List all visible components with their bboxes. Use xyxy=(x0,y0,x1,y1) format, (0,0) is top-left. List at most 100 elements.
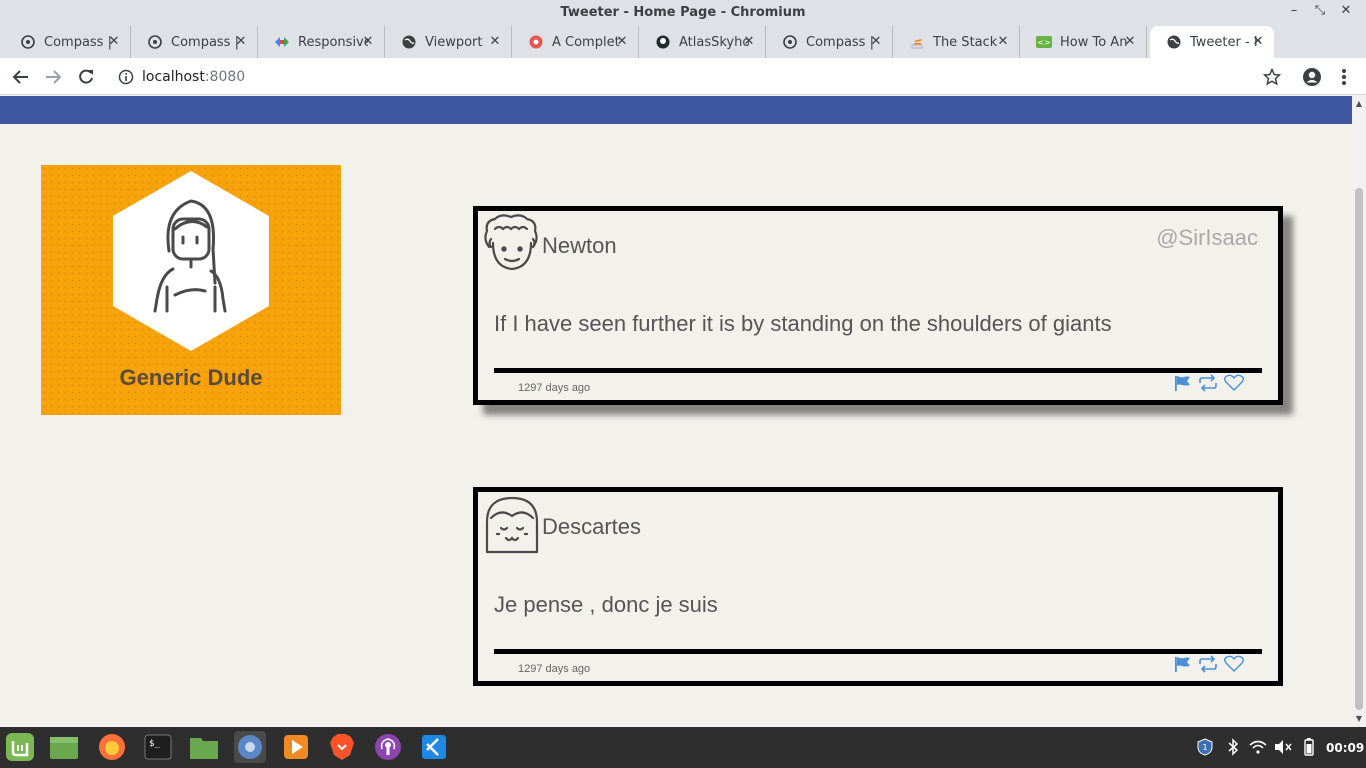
scroll-up-icon[interactable]: ▲ xyxy=(1355,99,1363,108)
tab-label: How To An xyxy=(1060,34,1128,50)
svg-text:<>: <> xyxy=(1037,38,1050,47)
tab-close-icon[interactable]: ✕ xyxy=(995,34,1011,50)
tab-close-icon[interactable]: ✕ xyxy=(360,34,376,50)
tab-how-to[interactable]: <> How To An ✕ xyxy=(1020,26,1147,58)
bookmark-button[interactable] xyxy=(1259,64,1285,90)
newton-avatar-icon xyxy=(484,214,538,271)
terminal-icon[interactable]: $_ xyxy=(142,731,174,763)
tab-close-icon[interactable]: ✕ xyxy=(233,34,249,50)
back-button[interactable] xyxy=(8,64,34,90)
arrow-left-icon xyxy=(12,70,28,84)
url-port: :8080 xyxy=(204,69,246,85)
tab-close-icon[interactable]: ✕ xyxy=(1122,34,1138,50)
tab-responsive[interactable]: Responsive ✕ xyxy=(258,26,385,58)
flag-icon[interactable] xyxy=(1170,373,1194,393)
scrollbar-thumb[interactable] xyxy=(1355,188,1363,710)
chromium-taskbar-icon[interactable] xyxy=(234,731,266,763)
tweet-divider xyxy=(494,368,1262,373)
tab-tweeter[interactable]: Tweeter - H ✕ xyxy=(1150,26,1274,58)
devtools-icon xyxy=(274,34,290,50)
menu-button[interactable] xyxy=(1331,64,1357,90)
mint-menu-icon[interactable] xyxy=(4,731,36,763)
tab-close-icon[interactable]: ✕ xyxy=(106,34,122,50)
github-icon xyxy=(655,34,671,50)
retweet-icon[interactable] xyxy=(1196,373,1220,393)
heart-icon[interactable] xyxy=(1222,373,1246,393)
brave-icon[interactable] xyxy=(326,731,358,763)
tab-github[interactable]: AtlasSkyho ✕ xyxy=(639,26,766,58)
page-scrollbar[interactable]: ▲ ▼ xyxy=(1352,96,1366,727)
reload-button[interactable] xyxy=(73,64,99,90)
shield-icon[interactable]: 1 xyxy=(1196,738,1214,756)
tab-viewport[interactable]: Viewport ✕ xyxy=(385,26,512,58)
podcast-icon[interactable] xyxy=(372,731,404,763)
tab-a-complete[interactable]: A Complet ✕ xyxy=(512,26,639,58)
show-desktop-icon[interactable] xyxy=(48,731,80,763)
tweet-timestamp: 1297 days ago xyxy=(518,382,591,394)
bluetooth-icon[interactable] xyxy=(1226,738,1240,756)
browser-toolbar: localhost:8080 xyxy=(0,58,1366,95)
restore-button[interactable]: ⤡ xyxy=(1310,3,1330,18)
stackoverflow-icon xyxy=(909,34,925,50)
star-icon xyxy=(1263,68,1281,86)
tab-compass-1[interactable]: Compass | ✕ xyxy=(4,26,131,58)
profile-card: Generic Dude xyxy=(41,165,341,415)
profile-button[interactable] xyxy=(1299,64,1325,90)
tweet-card: Descartes Je pense , donc je suis 1297 d… xyxy=(473,487,1283,686)
tab-close-icon[interactable]: ✕ xyxy=(868,34,884,50)
kebab-menu-icon xyxy=(1342,69,1346,85)
tab-label: Compass | xyxy=(44,34,112,50)
tweet-author-name: Newton xyxy=(542,233,617,258)
volume-muted-icon[interactable] xyxy=(1274,738,1292,756)
tweet-author-name: Descartes xyxy=(542,514,642,539)
retweet-icon[interactable] xyxy=(1196,654,1220,674)
tab-close-icon[interactable]: ✕ xyxy=(487,34,503,50)
tab-close-icon[interactable]: ✕ xyxy=(614,34,630,50)
wifi-icon[interactable] xyxy=(1249,738,1267,756)
tweet-timestamp: 1297 days ago xyxy=(518,663,591,675)
clock[interactable]: 00:09 xyxy=(1326,741,1364,755)
files-icon[interactable] xyxy=(188,731,220,763)
globe-icon xyxy=(1166,34,1182,50)
info-icon[interactable] xyxy=(118,69,134,89)
flag-icon[interactable] xyxy=(1170,654,1194,674)
arrow-right-icon xyxy=(46,70,62,84)
tab-close-icon[interactable]: ✕ xyxy=(1250,34,1266,50)
address-bar[interactable]: localhost:8080 xyxy=(108,62,1288,92)
close-window-button[interactable]: ✕ xyxy=(1336,3,1356,18)
forward-button[interactable] xyxy=(40,64,66,90)
svg-text:$_: $_ xyxy=(149,739,160,749)
vscode-icon[interactable] xyxy=(418,731,450,763)
tab-label: Viewport xyxy=(425,34,483,50)
tweet-text: If I have seen further it is by standing… xyxy=(494,311,1112,336)
tweet-actions xyxy=(1170,373,1246,395)
compass-icon xyxy=(147,34,163,50)
firefox-icon[interactable] xyxy=(96,731,128,763)
flower-icon xyxy=(528,34,544,50)
battery-icon[interactable] xyxy=(1302,738,1316,756)
tweet-divider xyxy=(494,649,1262,654)
profile-avatar-icon xyxy=(113,171,269,351)
tab-stack-overflow[interactable]: The Stack ✕ xyxy=(893,26,1020,58)
profile-name: Generic Dude xyxy=(119,365,263,390)
heart-icon[interactable] xyxy=(1222,654,1246,674)
page-header xyxy=(0,96,1352,124)
tab-compass-2[interactable]: Compass | ✕ xyxy=(131,26,258,58)
tab-compass-3[interactable]: Compass | ✕ xyxy=(766,26,893,58)
tweet-author-handle: @SirIsaac xyxy=(1156,225,1258,250)
compass-icon xyxy=(20,34,36,50)
reload-icon xyxy=(79,69,93,84)
descartes-avatar-icon xyxy=(485,496,539,554)
account-icon xyxy=(1303,68,1321,86)
tab-close-icon[interactable]: ✕ xyxy=(741,34,757,50)
media-player-icon[interactable] xyxy=(280,731,312,763)
scroll-down-icon[interactable]: ▼ xyxy=(1355,714,1363,723)
tab-strip: Compass | ✕ Compass | ✕ Responsive ✕ Vie… xyxy=(0,26,1366,78)
minimize-button[interactable]: – xyxy=(1284,3,1304,18)
url-host: localhost xyxy=(142,69,205,85)
globe-icon xyxy=(401,34,417,50)
compass-icon xyxy=(782,34,798,50)
tab-label: Compass | xyxy=(806,34,874,50)
tab-label: Responsive xyxy=(298,34,368,50)
tab-label: AtlasSkyho xyxy=(679,34,749,50)
